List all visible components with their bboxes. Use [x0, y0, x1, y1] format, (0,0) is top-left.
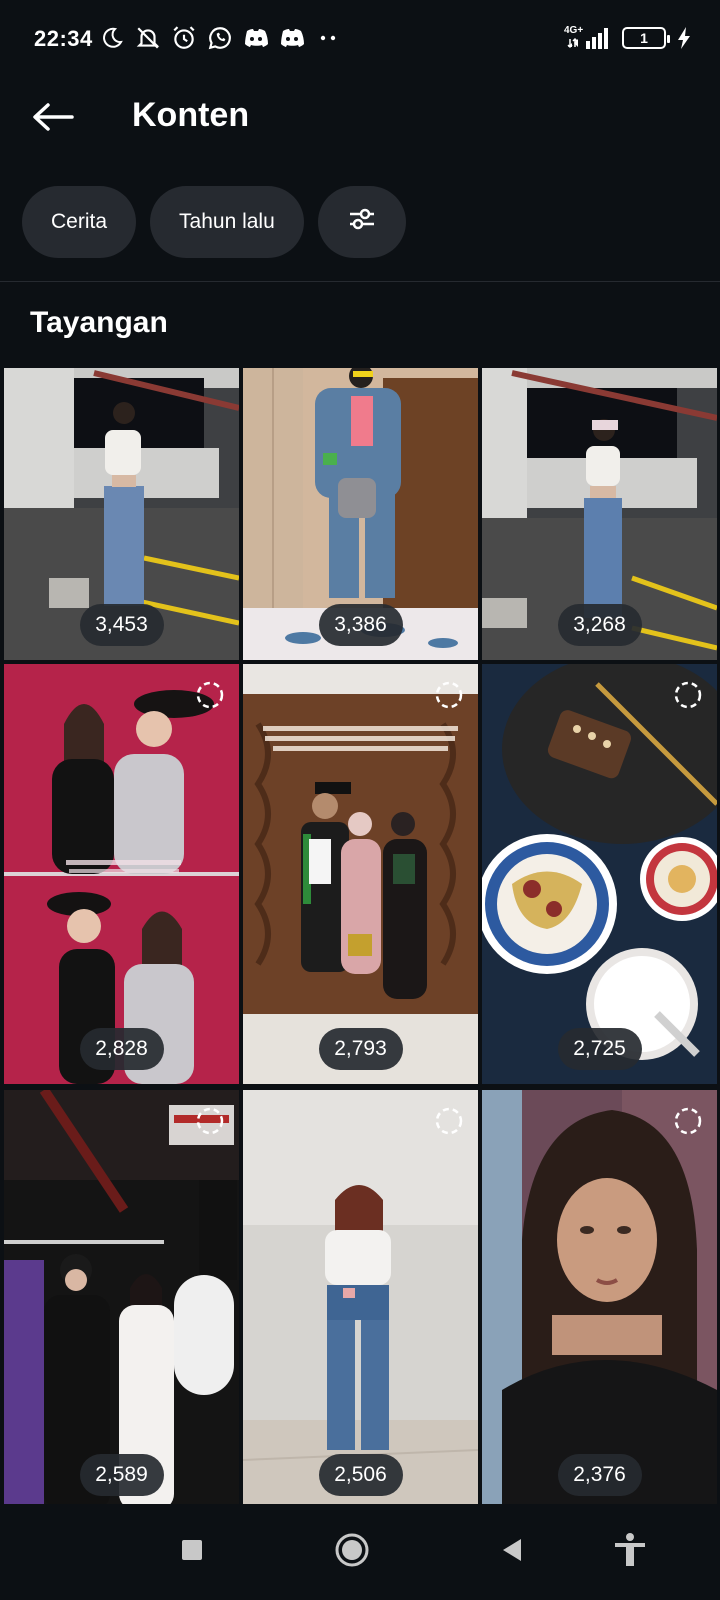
- divider: [0, 281, 720, 282]
- views-badge: 2,506: [318, 1454, 403, 1496]
- muted-bell-icon: [134, 24, 162, 52]
- section-title: Tayangan: [30, 306, 168, 339]
- status-bar: 22:34 4G+ 1: [0, 0, 720, 80]
- more-dots-icon: [314, 24, 342, 52]
- whatsapp-icon: [206, 24, 234, 52]
- carousel-icon: [673, 1106, 703, 1136]
- posts-row: 2,828 2,793 2,725: [4, 664, 718, 1084]
- posts-row: 3,453 3,386 3,268: [4, 368, 718, 660]
- post-tile[interactable]: 3,386: [243, 368, 478, 660]
- carousel-icon: [434, 680, 464, 710]
- carousel-icon: [195, 1106, 225, 1136]
- post-thumbnail: [482, 664, 717, 1084]
- views-badge: 2,589: [79, 1454, 164, 1496]
- triangle-back-icon: [499, 1537, 525, 1568]
- post-thumbnail: [4, 1090, 239, 1510]
- battery-icon: 1: [622, 27, 670, 49]
- post-tile[interactable]: 2,376: [482, 1090, 717, 1510]
- signal-icon: 4G+: [564, 24, 612, 52]
- post-thumbnail: [243, 1090, 478, 1510]
- post-tile[interactable]: 3,453: [4, 368, 239, 660]
- accessibility-icon: [613, 1532, 647, 1573]
- filter-chip-stories[interactable]: Cerita: [22, 186, 137, 258]
- views-badge: 2,725: [557, 1028, 642, 1070]
- back-button[interactable]: [26, 92, 80, 146]
- home-button[interactable]: [328, 1528, 376, 1576]
- network-label: 4G+: [564, 25, 584, 36]
- charging-icon: [676, 24, 692, 52]
- alarm-icon: [170, 24, 198, 52]
- post-tile[interactable]: 2,828: [4, 664, 239, 1084]
- discord-icon: [242, 24, 270, 52]
- views-badge: 2,376: [557, 1454, 642, 1496]
- status-icons-left: [98, 24, 342, 52]
- circle-home-icon: [334, 1532, 370, 1573]
- posts-row: 2,589 2,506 2,376: [4, 1090, 718, 1510]
- sliders-icon: [348, 207, 376, 237]
- post-thumbnail: [4, 664, 239, 1084]
- arrow-left-icon: [32, 102, 74, 137]
- status-time: 22:34: [34, 26, 93, 51]
- moon-icon: [98, 24, 126, 52]
- page-title: Konten: [132, 96, 250, 134]
- post-tile[interactable]: 2,589: [4, 1090, 239, 1510]
- views-badge: 3,453: [79, 604, 164, 646]
- filter-chip-period[interactable]: Tahun lalu: [150, 186, 304, 258]
- discord-icon: [278, 24, 306, 52]
- post-tile[interactable]: 2,506: [243, 1090, 478, 1510]
- header: Konten: [0, 80, 720, 170]
- square-icon: [180, 1538, 204, 1567]
- filter-settings-button[interactable]: [317, 186, 406, 258]
- carousel-icon: [434, 1106, 464, 1136]
- carousel-icon: [673, 680, 703, 710]
- post-tile[interactable]: 2,725: [482, 664, 717, 1084]
- post-tile[interactable]: 2,793: [243, 664, 478, 1084]
- views-badge: 2,828: [79, 1028, 164, 1070]
- filter-chips: Cerita Tahun lalu: [22, 186, 406, 258]
- post-tile[interactable]: 3,268: [482, 368, 717, 660]
- nav-back-button[interactable]: [488, 1528, 536, 1576]
- views-badge: 2,793: [318, 1028, 403, 1070]
- accessibility-button[interactable]: [606, 1528, 654, 1576]
- recent-apps-button[interactable]: [168, 1528, 216, 1576]
- system-nav-bar: [0, 1504, 720, 1600]
- views-badge: 3,386: [318, 604, 403, 646]
- status-icons-right: 4G+ 1: [564, 24, 692, 52]
- carousel-icon: [195, 680, 225, 710]
- post-thumbnail: [243, 664, 478, 1084]
- views-badge: 3,268: [557, 604, 642, 646]
- post-thumbnail: [482, 1090, 717, 1510]
